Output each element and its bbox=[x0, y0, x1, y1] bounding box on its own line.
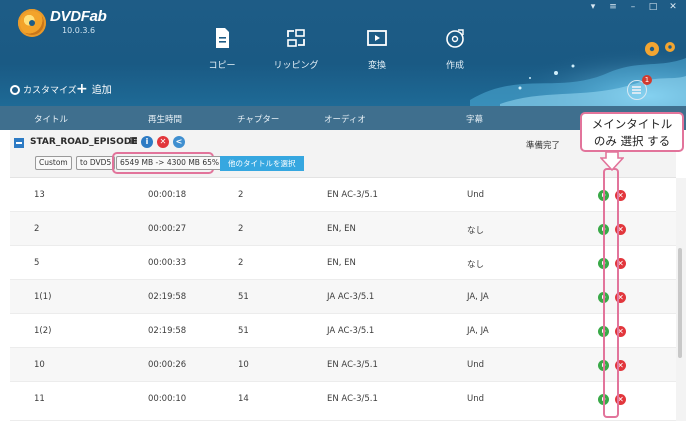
row-title: 13 bbox=[34, 190, 45, 200]
row-duration: 00:00:26 bbox=[148, 360, 187, 370]
row-title: 10 bbox=[34, 360, 45, 370]
row-subtitle: Und bbox=[467, 360, 485, 370]
row-title: 1(1) bbox=[34, 292, 52, 302]
table-row[interactable]: 10 00:00:26 10 EN AC-3/5.1 Und ✕ bbox=[10, 348, 676, 382]
table-row[interactable]: 1(1) 02:19:58 51 JA AC-3/5.1 JA, JA ✕ bbox=[10, 280, 676, 314]
add-button[interactable]: + 追加 bbox=[76, 80, 112, 97]
module-ripper[interactable]: リッピング bbox=[266, 26, 326, 71]
row-title: 11 bbox=[34, 394, 45, 404]
row-duration: 00:00:33 bbox=[148, 258, 187, 268]
queue-count-badge: 1 bbox=[642, 75, 652, 85]
row-duration: 00:00:27 bbox=[148, 224, 187, 234]
remove-source-icon[interactable]: ✕ bbox=[157, 136, 169, 148]
share-icon[interactable]: < bbox=[173, 136, 185, 148]
col-chapters: チャプター bbox=[237, 115, 280, 125]
app-name: DVDFab bbox=[50, 8, 107, 25]
row-duration: 00:00:10 bbox=[148, 394, 187, 404]
collapse-toggle-icon[interactable] bbox=[14, 138, 24, 148]
ripper-icon bbox=[287, 29, 305, 47]
menu-icon[interactable]: ≡ bbox=[608, 2, 618, 12]
scrollbar-thumb[interactable] bbox=[678, 248, 682, 358]
add-label: 追加 bbox=[91, 85, 112, 96]
row-duration: 02:19:58 bbox=[148, 292, 187, 302]
annotation-callout: メインタイトル のみ 選択 する bbox=[580, 112, 684, 152]
row-title: 1(2) bbox=[34, 326, 52, 336]
row-audio: JA AC-3/5.1 bbox=[327, 326, 375, 336]
app-version: 10.0.3.6 bbox=[62, 26, 96, 35]
disc-menu-icon: ▦ bbox=[129, 136, 138, 146]
col-title: タイトル bbox=[34, 115, 69, 125]
row-chapters: 51 bbox=[238, 326, 249, 336]
row-duration: 00:00:18 bbox=[148, 190, 187, 200]
row-subtitle: JA, JA bbox=[467, 326, 489, 336]
source-panel: STAR_ROAD_EPISODE ▦ i ✕ < 準備完了 Custom to… bbox=[10, 130, 676, 178]
table-row[interactable]: 13 00:00:18 2 EN AC-3/5.1 Und ✕ bbox=[10, 178, 676, 212]
col-duration: 再生時間 bbox=[148, 115, 183, 125]
source-name: STAR_ROAD_EPISODE bbox=[30, 137, 138, 147]
row-subtitle: Und bbox=[467, 394, 485, 404]
col-audio: オーディオ bbox=[324, 115, 366, 125]
row-chapters: 10 bbox=[238, 360, 249, 370]
annotation-line-2: のみ 選択 する bbox=[593, 134, 671, 148]
row-title: 2 bbox=[34, 224, 40, 234]
row-subtitle: Und bbox=[467, 190, 485, 200]
status-text: 準備完了 bbox=[526, 141, 561, 151]
module-creator-label: 作成 bbox=[445, 61, 464, 71]
module-copy[interactable]: コピー bbox=[192, 26, 252, 71]
dropdown-menu-icon[interactable]: ▾ bbox=[588, 2, 598, 12]
dvdfab-logo: DVDFab 10.0.3.6 bbox=[18, 9, 107, 37]
row-audio: EN, EN bbox=[327, 224, 356, 234]
row-subtitle: なし bbox=[467, 226, 485, 236]
row-audio: EN AC-3/5.1 bbox=[327, 394, 378, 404]
row-chapters: 2 bbox=[238, 190, 244, 200]
document-copy-icon bbox=[216, 28, 229, 48]
module-creator[interactable]: 作成 bbox=[425, 26, 485, 71]
disc-create-icon bbox=[446, 29, 464, 48]
app-header: DVDFab 10.0.3.6 ▾ ≡ – □ ✕ コピー リッピング 変換 作… bbox=[0, 0, 686, 106]
delete-column-highlight bbox=[603, 168, 619, 418]
plus-icon: + bbox=[76, 80, 88, 97]
close-icon[interactable]: ✕ bbox=[668, 2, 678, 12]
row-audio: EN AC-3/5.1 bbox=[327, 360, 378, 370]
table-row[interactable]: 1(2) 02:19:58 51 JA AC-3/5.1 JA, JA ✕ bbox=[10, 314, 676, 348]
profile-chip[interactable]: Custom bbox=[35, 156, 72, 170]
row-chapters: 2 bbox=[238, 224, 244, 234]
size-info: 6549 MB -> 4300 MB 65% bbox=[116, 156, 223, 170]
row-chapters: 2 bbox=[238, 258, 244, 268]
module-converter[interactable]: 変換 bbox=[347, 26, 407, 71]
module-ripper-label: リッピング bbox=[273, 61, 319, 71]
customize-button[interactable]: カスタマイズ bbox=[10, 83, 77, 96]
callout-down-arrow-icon bbox=[600, 152, 624, 172]
row-chapters: 51 bbox=[238, 292, 249, 302]
table-row[interactable]: 2 00:00:27 2 EN, EN なし ✕ bbox=[10, 212, 676, 246]
row-subtitle: JA, JA bbox=[467, 292, 489, 302]
select-other-title-button[interactable]: 他のタイトルを選択 bbox=[220, 156, 304, 171]
table-row[interactable]: 5 00:00:33 2 EN, EN なし ✕ bbox=[10, 246, 676, 280]
table-row[interactable]: 11 00:00:10 14 EN AC-3/5.1 Und ✕ bbox=[10, 382, 676, 421]
vertical-scrollbar[interactable] bbox=[676, 178, 686, 421]
module-copy-label: コピー bbox=[208, 61, 236, 71]
row-chapters: 14 bbox=[238, 394, 249, 404]
row-audio: JA AC-3/5.1 bbox=[327, 292, 375, 302]
minimize-icon[interactable]: – bbox=[628, 2, 638, 12]
target-chip[interactable]: to DVD5 bbox=[76, 156, 116, 170]
row-audio: EN, EN bbox=[327, 258, 356, 268]
customize-label: カスタマイズ bbox=[23, 86, 77, 96]
row-duration: 02:19:58 bbox=[148, 326, 187, 336]
window-controls: ▾ ≡ – □ ✕ bbox=[588, 2, 678, 12]
row-audio: EN AC-3/5.1 bbox=[327, 190, 378, 200]
annotation-line-1: メインタイトル bbox=[591, 117, 673, 131]
module-converter-label: 変換 bbox=[367, 61, 386, 71]
row-subtitle: なし bbox=[467, 260, 485, 270]
col-subtitles: 字幕 bbox=[466, 115, 484, 125]
video-convert-icon bbox=[367, 30, 387, 46]
disc-logo-icon bbox=[18, 9, 46, 37]
info-icon[interactable]: i bbox=[141, 136, 153, 148]
maximize-icon[interactable]: □ bbox=[648, 2, 658, 12]
row-title: 5 bbox=[34, 258, 40, 268]
customize-icon bbox=[10, 84, 20, 95]
